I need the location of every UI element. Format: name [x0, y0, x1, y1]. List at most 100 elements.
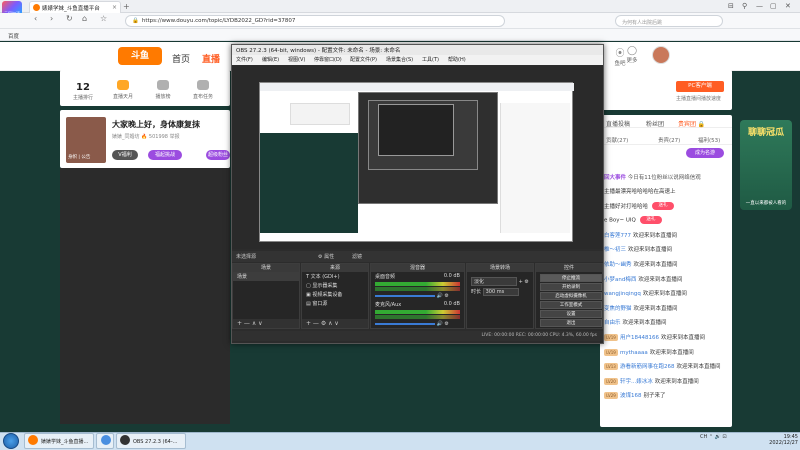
source-item-window[interactable]: ▤ 窗口源	[302, 299, 368, 308]
mixer-channel-desktop: 桌面音频 0.0 dB	[375, 273, 460, 280]
mic-mute-icon: 🔊	[436, 321, 443, 327]
nav-live[interactable]: 直播	[202, 52, 220, 65]
start-menu-icon[interactable]	[3, 433, 19, 449]
taskbar-clock[interactable]: 19:45 2022/12/27	[760, 434, 798, 446]
tab-welfare[interactable]: 福利(53)	[698, 136, 720, 144]
mixer-dock: 混音器 桌面音频 0.0 dB 🔊 ⚙ 麦克风/Aux 0.0 dB 🔊 ⚙	[370, 263, 465, 329]
douyu-logo[interactable]: 斗鱼	[118, 47, 162, 65]
header-more[interactable]: ◯ 更多	[612, 46, 652, 64]
system-tray[interactable]: CH ⌃ 🔊 ⊡	[700, 434, 727, 440]
video-player[interactable]	[60, 168, 230, 424]
chat-message: e Boy~ UIQ 送礼	[604, 216, 730, 227]
studio-mode-button[interactable]: 工作室模式	[540, 301, 602, 309]
settings-button[interactable]: 设置	[540, 310, 602, 318]
tab-contribution[interactable]: 贡献(27)	[606, 136, 628, 144]
menu-tools[interactable]: 工具(T)	[422, 56, 439, 63]
desktop-volume-slider[interactable]: 🔊 ⚙	[371, 292, 464, 300]
mixer-channel-mic: 麦克风/Aux 0.0 dB	[375, 301, 460, 308]
stat-tasks[interactable]: 直布任务	[183, 80, 223, 100]
filters-button[interactable]: 滤镜	[352, 253, 362, 260]
menu-profile[interactable]: 配置文件(P)	[350, 56, 377, 63]
chat-username[interactable]: wangjinqingq	[604, 291, 641, 297]
bookmarks-bar: 百度	[0, 29, 800, 41]
chat-username[interactable]: 轩宇...婊冰冰	[620, 379, 653, 385]
menu-scene-collection[interactable]: 场景集合(S)	[386, 56, 413, 63]
minimize-icon[interactable]: —	[756, 2, 763, 10]
scenes-dock-controls[interactable]: + — ∧ ∨	[233, 319, 299, 328]
desktop-mute-icon: 🔊	[436, 293, 443, 299]
stop-streaming-button[interactable]: 停止推流	[540, 274, 602, 282]
source-item-display[interactable]: ▢ 显示器采集	[302, 281, 368, 290]
tab-submissions[interactable]: 直播投稿	[606, 119, 630, 128]
become-vip-button[interactable]: 成为名游	[686, 148, 724, 158]
mic-volume-slider[interactable]: 🔊 ⚙	[371, 320, 464, 328]
chat-username[interactable]: 白客莲777	[604, 233, 631, 239]
menu-icon[interactable]: ⚲	[742, 2, 747, 10]
taskbar-browser[interactable]: 婊婊学妹_斗鱼直播...	[24, 433, 94, 449]
chat-message: 变焦的野猫 欢迎来到本直播间	[604, 304, 730, 315]
chat-username[interactable]: 小梦and梅西	[604, 277, 636, 283]
menu-file[interactable]: 文件(F)	[236, 56, 253, 63]
back-icon[interactable]: ‹	[34, 14, 37, 23]
taskbar-app[interactable]	[96, 433, 114, 449]
browser-tab-douyu[interactable]: 婊婊学妹_斗鱼直播平台 ×	[29, 1, 121, 13]
new-tab-icon[interactable]: +	[123, 2, 130, 11]
stat-live-month[interactable]: 直播天月	[103, 80, 143, 100]
event-banner[interactable]: 回大事件 今日有11位粉丝以说网络信观	[604, 173, 730, 183]
scene-item[interactable]: 场景	[233, 272, 299, 281]
search-input[interactable]: 为何有人出院后跳	[615, 15, 723, 27]
gift-button[interactable]: 送礼	[639, 216, 662, 225]
bookmark-baidu[interactable]: 百度	[8, 34, 19, 40]
nav-home[interactable]: 首页	[172, 52, 190, 65]
properties-button[interactable]: ⚙ 属性	[318, 253, 334, 260]
chat-username[interactable]: 自由乐	[604, 320, 621, 326]
source-item-text[interactable]: T 文本 (GDI+)	[302, 272, 368, 281]
menu-docks[interactable]: 停靠窗口(D)	[314, 56, 342, 63]
home-icon[interactable]: ⌂	[82, 14, 87, 23]
tab-guests[interactable]: 贵宾(27)	[658, 136, 680, 144]
chat-username[interactable]: 椎～初三	[604, 247, 626, 253]
tab-fanclub[interactable]: 粉丝团	[646, 119, 664, 128]
desktop-audio-meter	[375, 282, 460, 286]
challenge-button[interactable]: 福起挑战	[148, 150, 182, 160]
source-item-video[interactable]: ▣ 视频采集设备	[302, 290, 368, 299]
bookmark-star-icon[interactable]: ☆	[100, 14, 107, 23]
obs-title-bar[interactable]: OBS 27.2.3 (64-bit, windows) - 配置文件: 未命名…	[232, 45, 603, 55]
virtual-camera-button[interactable]: 启动虚拟摄像机	[540, 292, 602, 300]
mixer-dock-title: 混音器	[371, 264, 464, 272]
stat-rank[interactable]: 12 主播排行	[63, 82, 103, 101]
tab-vip[interactable]: 贵宾团 🔒	[678, 119, 705, 128]
tab-close-icon[interactable]: ×	[112, 4, 120, 11]
superfan-button[interactable]: 超级粉丝	[206, 150, 230, 160]
menu-view[interactable]: 视图(V)	[288, 56, 305, 63]
chat-username[interactable]: 波煤168	[620, 393, 642, 399]
stat-play-rank[interactable]: 播放榜	[143, 80, 183, 100]
chat-message: 依助～幽秀 欢迎来到本直播间	[604, 260, 730, 271]
start-recording-button[interactable]: 开始录制	[540, 283, 602, 291]
transition-select[interactable]: 淡化 + ⚙	[467, 276, 533, 287]
mic-gear-icon: ⚙	[444, 321, 449, 327]
chat-username[interactable]: mythaaaa	[620, 350, 648, 356]
taskbar-obs[interactable]: OBS 27.2.3 (64-...	[116, 433, 186, 449]
vip-button[interactable]: V福利	[112, 150, 138, 160]
chat-username[interactable]: 变焦的野猫	[604, 306, 632, 312]
transition-duration[interactable]: 时长 300 ms	[467, 287, 533, 297]
avatar[interactable]	[652, 46, 670, 64]
url-input[interactable]: 🔒 https://www.douyu.com/topic/LYDB2022_GD…	[125, 15, 505, 27]
maximize-icon[interactable]: ▢	[770, 2, 777, 10]
sources-dock-controls[interactable]: + — ⚙ ∧ ∨	[302, 319, 368, 328]
obs-taskbar-icon	[120, 435, 130, 445]
chat-username[interactable]: 游看新筋网事在跑268	[620, 364, 675, 370]
gift-button[interactable]: 送礼	[652, 202, 675, 211]
promo-sub: 一直以来都被人看的	[745, 201, 787, 206]
skin-icon[interactable]: ⊟	[728, 2, 734, 10]
close-window-icon[interactable]: ✕	[785, 2, 791, 10]
menu-edit[interactable]: 编辑(E)	[262, 56, 279, 63]
chat-username[interactable]: 用户18448166	[620, 335, 659, 341]
forward-icon[interactable]: ›	[50, 14, 53, 23]
chat-username[interactable]: 依助～幽秀	[604, 262, 632, 268]
exit-button[interactable]: 退出	[540, 319, 602, 327]
reload-icon[interactable]: ↻	[66, 14, 73, 23]
pc-client-button[interactable]: PC客户端	[676, 81, 724, 92]
menu-help[interactable]: 帮助(H)	[448, 56, 466, 63]
